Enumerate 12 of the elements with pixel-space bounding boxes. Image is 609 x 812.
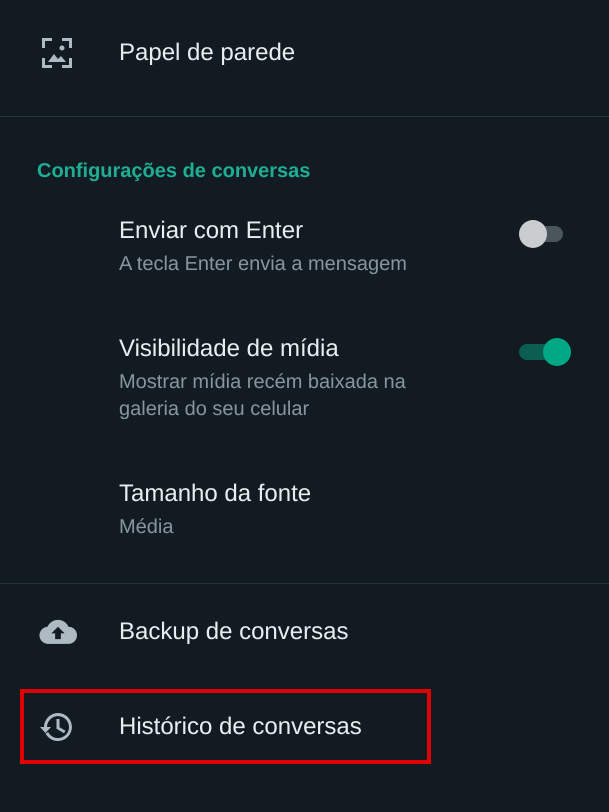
setting-title[interactable]: Enviar com Enter: [119, 215, 479, 247]
setting-description: Mostrar mídia recém baixada na galeria do seu celular: [119, 370, 407, 422]
section-header: Configurações de conversas: [37, 159, 312, 184]
wallpaper-icon: [39, 35, 75, 71]
setting-description: Média: [119, 515, 174, 540]
setting-title[interactable]: Backup de conversas: [119, 616, 348, 648]
setting-description: A tecla Enter envia a mensagem: [119, 252, 408, 277]
setting-title[interactable]: Histórico de conversas: [119, 710, 362, 742]
setting-title[interactable]: Papel de parede: [119, 37, 296, 69]
setting-title[interactable]: Tamanho da fonte: [119, 478, 479, 510]
setting-title[interactable]: Visibilidade de mídia: [119, 333, 479, 365]
cloud-upload-icon: [39, 618, 77, 645]
